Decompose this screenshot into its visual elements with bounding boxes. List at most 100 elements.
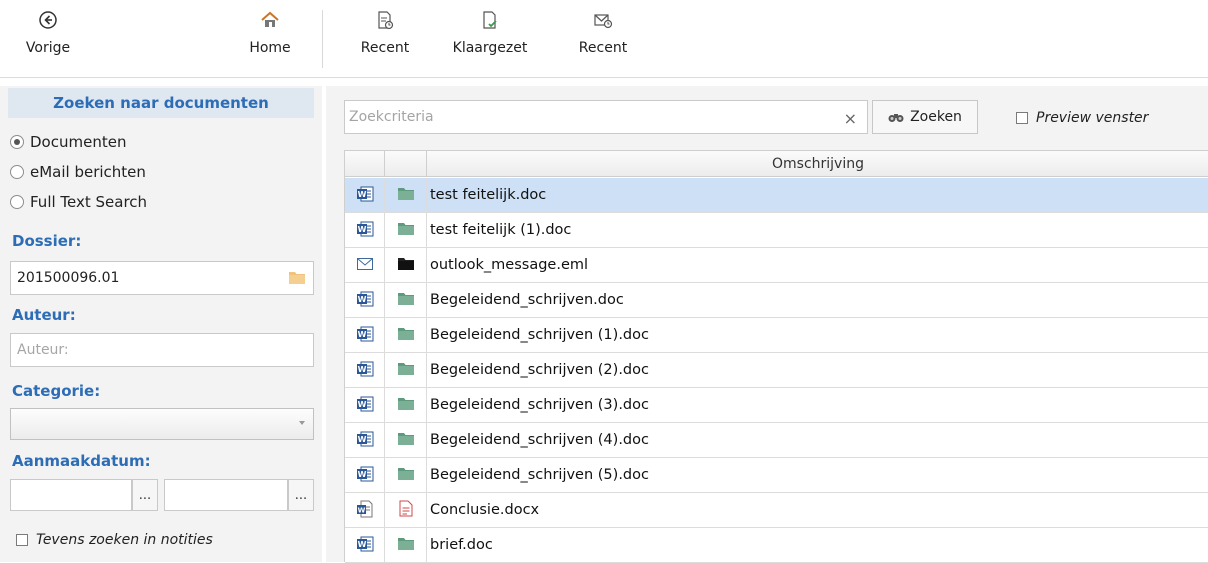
svg-text:W: W	[357, 540, 366, 549]
table-row[interactable]: W Begeleidend_schrijven (1).doc	[345, 318, 1208, 353]
recent-documents-button[interactable]: Recent	[352, 8, 418, 70]
date-from-field[interactable]	[10, 479, 132, 511]
header-description-column[interactable]: Omschrijving	[427, 151, 1208, 177]
dossier-field[interactable]: 201500096.01	[10, 261, 314, 295]
svg-text:W: W	[357, 190, 366, 199]
word-icon: W	[356, 290, 374, 312]
radio-documents[interactable]: Documenten	[10, 132, 126, 152]
categorie-label: Categorie:	[12, 382, 101, 400]
toolbar: Vorige Home Recent Klaargezet Recent	[0, 0, 1208, 78]
notes-option[interactable]: Tevens zoeken in notities	[16, 532, 213, 548]
description-cell: Begeleidend_schrijven (3).doc	[430, 397, 649, 413]
word-icon: W	[356, 395, 374, 417]
recent-mail-button[interactable]: Recent	[570, 8, 636, 70]
date-from-picker-label: ...	[138, 487, 152, 503]
home-icon	[261, 11, 279, 27]
recent-documents-label: Recent	[360, 40, 410, 56]
back-label: Vorige	[25, 40, 71, 56]
radio-fulltext-indicator[interactable]	[10, 195, 24, 209]
table-row[interactable]: W Begeleidend_schrijven (5).doc	[345, 458, 1208, 493]
home-label: Home	[249, 40, 291, 56]
description-cell: Begeleidend_schrijven (2).doc	[430, 362, 649, 378]
clear-icon[interactable]: ×	[844, 109, 857, 128]
description-cell: Begeleidend_schrijven (1).doc	[430, 327, 649, 343]
folder-green-icon	[397, 362, 414, 379]
table-row[interactable]: Wtest feitelijk (1).doc	[345, 213, 1208, 248]
status-cell	[385, 493, 427, 528]
status-cell	[385, 283, 427, 318]
description-cell: Conclusie.docx	[430, 502, 540, 518]
file-type-cell: W	[345, 388, 385, 423]
status-cell	[385, 388, 427, 423]
svg-text:W: W	[357, 435, 366, 444]
word-doc-icon: W	[356, 500, 374, 522]
word-icon: W	[356, 465, 374, 487]
table-row[interactable]: Wbrief.doc	[345, 528, 1208, 563]
recent-mail-icon	[594, 14, 613, 29]
header-type-column[interactable]	[345, 151, 385, 177]
categorie-dropdown[interactable]	[10, 408, 314, 440]
prepared-button[interactable]: Klaargezet	[444, 8, 536, 70]
radio-email-indicator[interactable]	[10, 165, 24, 179]
folder-green-icon	[397, 432, 414, 449]
notes-option-label: Tevens zoeken in notities	[36, 532, 213, 548]
back-arrow-icon	[39, 11, 57, 29]
radio-fulltext[interactable]: Full Text Search	[10, 192, 147, 212]
binoculars-icon	[888, 114, 904, 122]
folder-green-icon	[397, 467, 414, 484]
search-button-label: Zoeken	[910, 109, 962, 125]
home-button[interactable]: Home	[238, 8, 302, 70]
preview-label: Preview venster	[1036, 110, 1149, 126]
date-to-picker-label: ...	[294, 487, 308, 503]
header-status-column[interactable]	[385, 151, 427, 177]
date-from-picker-button[interactable]: ...	[132, 479, 158, 511]
grid-header: Omschrijving	[345, 151, 1208, 177]
preview-checkbox[interactable]	[1016, 112, 1028, 124]
table-row[interactable]: W Begeleidend_schrijven (3).doc	[345, 388, 1208, 423]
word-icon: W	[356, 360, 374, 382]
folder-green-icon	[397, 292, 414, 309]
file-type-cell: W	[345, 353, 385, 388]
svg-text:W: W	[357, 365, 366, 374]
folder-green-icon	[397, 537, 414, 554]
radio-fulltext-label: Full Text Search	[30, 193, 148, 211]
folder-green-icon	[397, 222, 414, 239]
dossier-label: Dossier:	[12, 232, 82, 250]
word-icon: W	[356, 430, 374, 452]
date-to-picker-button[interactable]: ...	[288, 479, 314, 511]
table-row[interactable]: W Begeleidend_schrijven (4).doc	[345, 423, 1208, 458]
search-panel: Zoeken naar documenten Documenten eMail …	[0, 86, 322, 562]
radio-documents-indicator[interactable]	[10, 135, 24, 149]
table-row[interactable]: Wtest feitelijk.doc	[345, 178, 1208, 213]
recent-document-icon	[378, 11, 394, 30]
search-button[interactable]: Zoeken	[872, 100, 978, 134]
auteur-field[interactable]: Auteur:	[10, 333, 314, 367]
radio-email[interactable]: eMail berichten	[10, 162, 146, 182]
table-row[interactable]: outlook_message.eml	[345, 248, 1208, 283]
description-cell: Begeleidend_schrijven (4).doc	[430, 432, 649, 448]
description-cell: brief.doc	[430, 537, 493, 553]
folder-browse-icon[interactable]	[289, 271, 305, 284]
results-panel: Zoekcriteria × Zoeken Preview venster Om…	[326, 86, 1208, 563]
chevron-down-icon	[299, 421, 305, 425]
file-type-cell: W	[345, 318, 385, 353]
description-cell: outlook_message.eml	[430, 257, 589, 273]
status-cell	[385, 528, 427, 563]
table-row[interactable]: W Begeleidend_schrijven.doc	[345, 283, 1208, 318]
search-panel-title: Zoeken naar documenten	[8, 88, 314, 118]
file-type-cell: W	[345, 213, 385, 248]
table-row[interactable]: W Conclusie.docx	[345, 493, 1208, 528]
search-input[interactable]: Zoekcriteria ×	[344, 100, 868, 134]
folder-black-icon	[397, 257, 414, 274]
back-button[interactable]: Vorige	[18, 8, 78, 70]
date-to-field[interactable]	[164, 479, 288, 511]
status-cell	[385, 423, 427, 458]
notes-checkbox[interactable]	[16, 534, 28, 546]
toolbar-separator	[322, 10, 323, 68]
preview-option[interactable]: Preview venster	[1016, 110, 1148, 126]
radio-email-label: eMail berichten	[30, 163, 146, 181]
auteur-placeholder: Auteur:	[17, 342, 69, 358]
table-row[interactable]: W Begeleidend_schrijven (2).doc	[345, 353, 1208, 388]
prepared-label: Klaargezet	[452, 40, 528, 56]
status-cell	[385, 213, 427, 248]
